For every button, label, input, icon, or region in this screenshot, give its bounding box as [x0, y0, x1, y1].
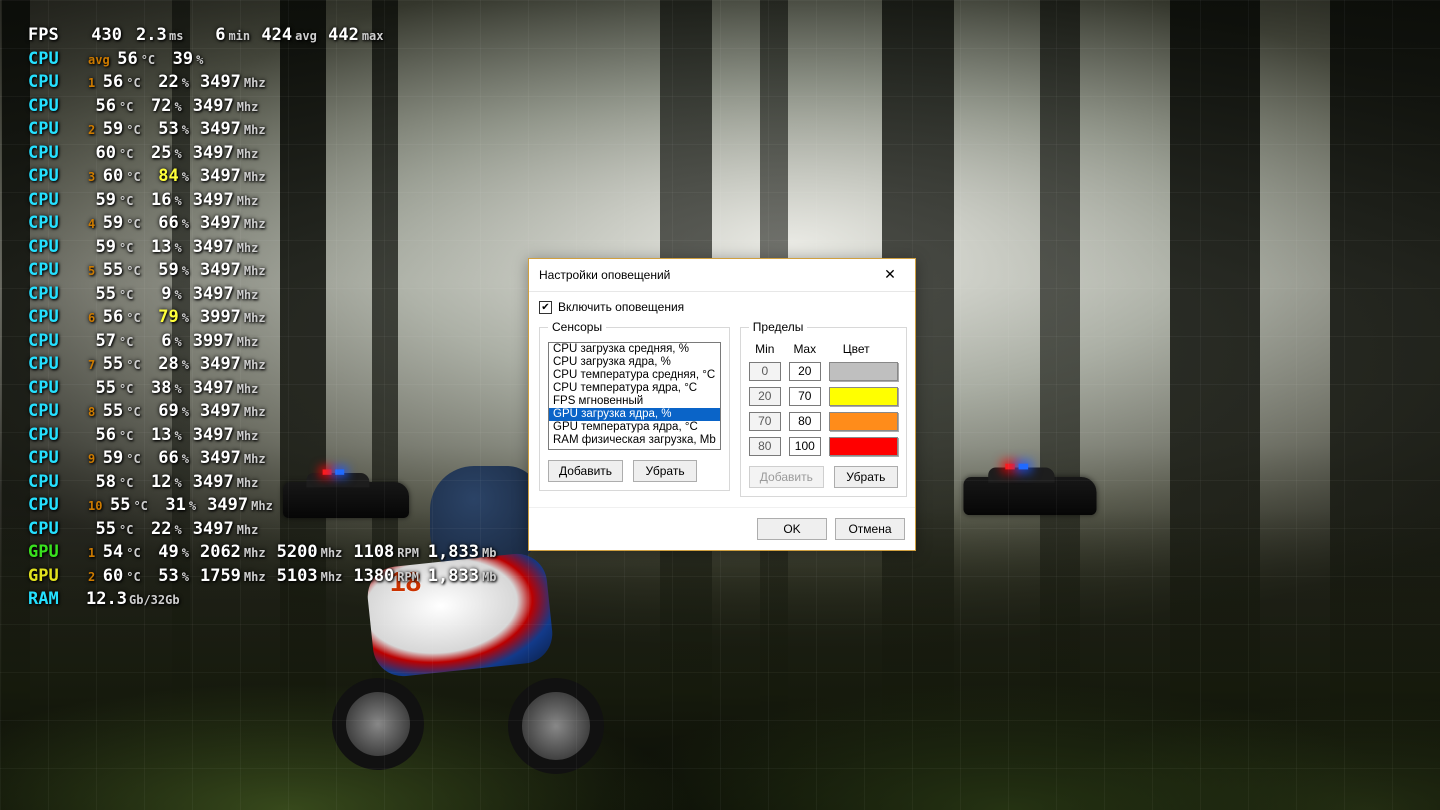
fps-avg: 424: [258, 24, 292, 47]
cpu-row: CPU259°C53%3497Mhz: [28, 118, 504, 142]
limit-row: 80 100: [749, 437, 898, 456]
sensor-item[interactable]: RAM физическая загрузка, Mb: [549, 434, 720, 447]
limit-remove-button[interactable]: Убрать: [834, 466, 898, 488]
police-car-2: [964, 477, 1097, 515]
fps-value: 430: [86, 24, 122, 47]
limit-min: 0: [749, 362, 781, 381]
limit-max-input[interactable]: 20: [789, 362, 821, 381]
sensor-item[interactable]: CPU температура средняя, °C: [549, 369, 720, 382]
enable-alerts-checkbox[interactable]: ✔: [539, 301, 552, 314]
cpu-row: CPU57°C6%3997Mhz: [28, 330, 504, 354]
dialog-title: Настройки оповещений: [539, 268, 670, 282]
limit-min: 80: [749, 437, 781, 456]
limit-max-input[interactable]: 100: [789, 437, 821, 456]
fps-row: FPS 430 2.3ms 6min 424avg 442max: [28, 24, 504, 48]
sensor-item[interactable]: GPU загрузка ядра, %: [549, 408, 720, 421]
limit-max-input[interactable]: 80: [789, 412, 821, 431]
sensor-item[interactable]: GPU температура ядра, °C: [549, 421, 720, 434]
cpu-row: CPU459°C66%3497Mhz: [28, 212, 504, 236]
cpu-row: CPU58°C12%3497Mhz: [28, 471, 504, 495]
cpu-row: CPU55°C9%3497Mhz: [28, 283, 504, 307]
limit-color-swatch[interactable]: [829, 387, 898, 406]
performance-osd: FPS 430 2.3ms 6min 424avg 442max CPUavg …: [28, 24, 504, 612]
cpu-row: CPU360°C84%3497Mhz: [28, 165, 504, 189]
ok-button[interactable]: OK: [757, 518, 827, 540]
sensor-remove-button[interactable]: Убрать: [633, 460, 697, 482]
alerts-settings-dialog: Настройки оповещений ✕ ✔ Включить оповещ…: [528, 258, 916, 551]
fps-min: 6: [191, 24, 225, 47]
sensors-legend: Сенсоры: [548, 320, 606, 334]
limit-add-button: Добавить: [749, 466, 824, 488]
sensor-item[interactable]: FPS мгновенный: [549, 395, 720, 408]
cpu-row: CPU55°C38%3497Mhz: [28, 377, 504, 401]
frametime-value: 2.3: [136, 24, 166, 47]
gpu-row: GPU260°C53%1759Mhz5103Mhz1380RPM1,833Mb: [28, 565, 504, 589]
fps-max: 442: [325, 24, 359, 47]
enable-alerts-label: Включить оповещения: [558, 300, 684, 314]
ram-row: RAM 12.3Gb/32Gb: [28, 588, 504, 612]
sensor-item[interactable]: CPU загрузка ядра, %: [549, 356, 720, 369]
cpu-row: CPU59°C13%3497Mhz: [28, 236, 504, 260]
sensor-add-button[interactable]: Добавить: [548, 460, 623, 482]
cancel-button[interactable]: Отмена: [835, 518, 905, 540]
limit-row: 2070: [749, 387, 898, 406]
cpu-row: CPU55°C22%3497Mhz: [28, 518, 504, 542]
limits-color-header: Цвет: [829, 342, 898, 356]
sensor-item[interactable]: CPU загрузка средняя, %: [549, 343, 720, 356]
limit-color-swatch[interactable]: [829, 362, 898, 381]
cpu-row: CPU156°C22%3497Mhz: [28, 71, 504, 95]
limit-color-swatch[interactable]: [829, 412, 898, 431]
limit-max-input[interactable]: 70: [789, 387, 821, 406]
cpu-row: CPU1055°C31%3497Mhz: [28, 494, 504, 518]
cpu-row: CPU60°C25%3497Mhz: [28, 142, 504, 166]
cpu-row: CPU56°C13%3497Mhz: [28, 424, 504, 448]
fps-label: FPS: [28, 24, 86, 47]
limit-min: 70: [749, 412, 781, 431]
cpu-row: CPU755°C28%3497Mhz: [28, 353, 504, 377]
limits-legend: Пределы: [749, 320, 808, 334]
limit-color-swatch[interactable]: [829, 437, 898, 456]
cpu-row: CPU56°C72%3497Mhz: [28, 95, 504, 119]
limits-min-header: Min: [749, 342, 781, 356]
cpu-avg-row: CPUavg 56°C 39%: [28, 48, 504, 72]
limits-max-header: Max: [789, 342, 821, 356]
titlebar[interactable]: Настройки оповещений ✕: [529, 259, 915, 292]
cpu-row: CPU656°C79%3997Mhz: [28, 306, 504, 330]
limit-row: 0 20: [749, 362, 898, 381]
gpu-row: GPU154°C49%2062Mhz5200Mhz1108RPM1,833Mb: [28, 541, 504, 565]
sensor-list[interactable]: CPU загрузка средняя, %CPU загрузка ядра…: [548, 342, 721, 450]
sensor-item[interactable]: CPU температура ядра, °C: [549, 382, 720, 395]
limit-min: 20: [749, 387, 781, 406]
cpu-row: CPU59°C16%3497Mhz: [28, 189, 504, 213]
cpu-row: CPU555°C59%3497Mhz: [28, 259, 504, 283]
cpu-row: CPU855°C69%3497Mhz: [28, 400, 504, 424]
limits-fieldset: Пределы Min Max Цвет 0202070708080100 До…: [740, 320, 907, 497]
limit-row: 70 80: [749, 412, 898, 431]
sensors-fieldset: Сенсоры CPU загрузка средняя, %CPU загру…: [539, 320, 730, 491]
close-button[interactable]: ✕: [871, 265, 909, 285]
cpu-row: CPU959°C66%3497Mhz: [28, 447, 504, 471]
